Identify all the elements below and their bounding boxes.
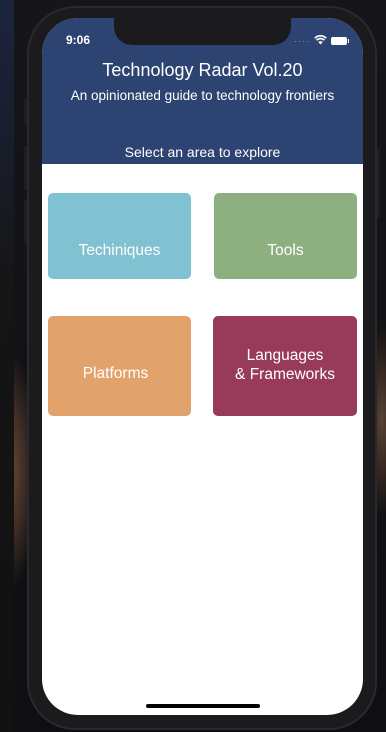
device-notch	[114, 18, 291, 45]
volume-up-button	[24, 146, 27, 190]
power-button	[377, 148, 380, 218]
status-icons: ····	[294, 32, 349, 50]
window-edge	[0, 0, 14, 732]
app-screen: 9:06 ···· Technology Radar Vol.20 An opi…	[42, 18, 363, 715]
wifi-icon	[314, 32, 327, 50]
select-area-prompt: Select an area to explore	[124, 144, 281, 160]
tile-platforms-label: Platforms	[82, 364, 149, 382]
tile-tools-label: Tools	[267, 241, 304, 259]
tile-languages-frameworks[interactable]: Languages & Frameworks	[213, 316, 357, 416]
tile-techniques[interactable]: Techiniques	[48, 193, 191, 279]
page-title: Technology Radar Vol.20	[102, 60, 303, 80]
tile-techniques-label: Techiniques	[78, 241, 161, 259]
tile-languages-frameworks-label: Languages & Frameworks	[235, 347, 335, 383]
page-subtitle: An opinionated guide to technology front…	[70, 88, 335, 103]
battery-icon	[331, 37, 349, 45]
home-indicator[interactable]	[146, 704, 260, 708]
status-time: 9:06	[66, 33, 91, 47]
signal-icon: ····	[294, 36, 310, 46]
tile-platforms[interactable]: Platforms	[48, 316, 191, 416]
tile-tools[interactable]: Tools	[214, 193, 357, 279]
volume-down-button	[24, 200, 27, 244]
mute-switch	[24, 98, 27, 124]
